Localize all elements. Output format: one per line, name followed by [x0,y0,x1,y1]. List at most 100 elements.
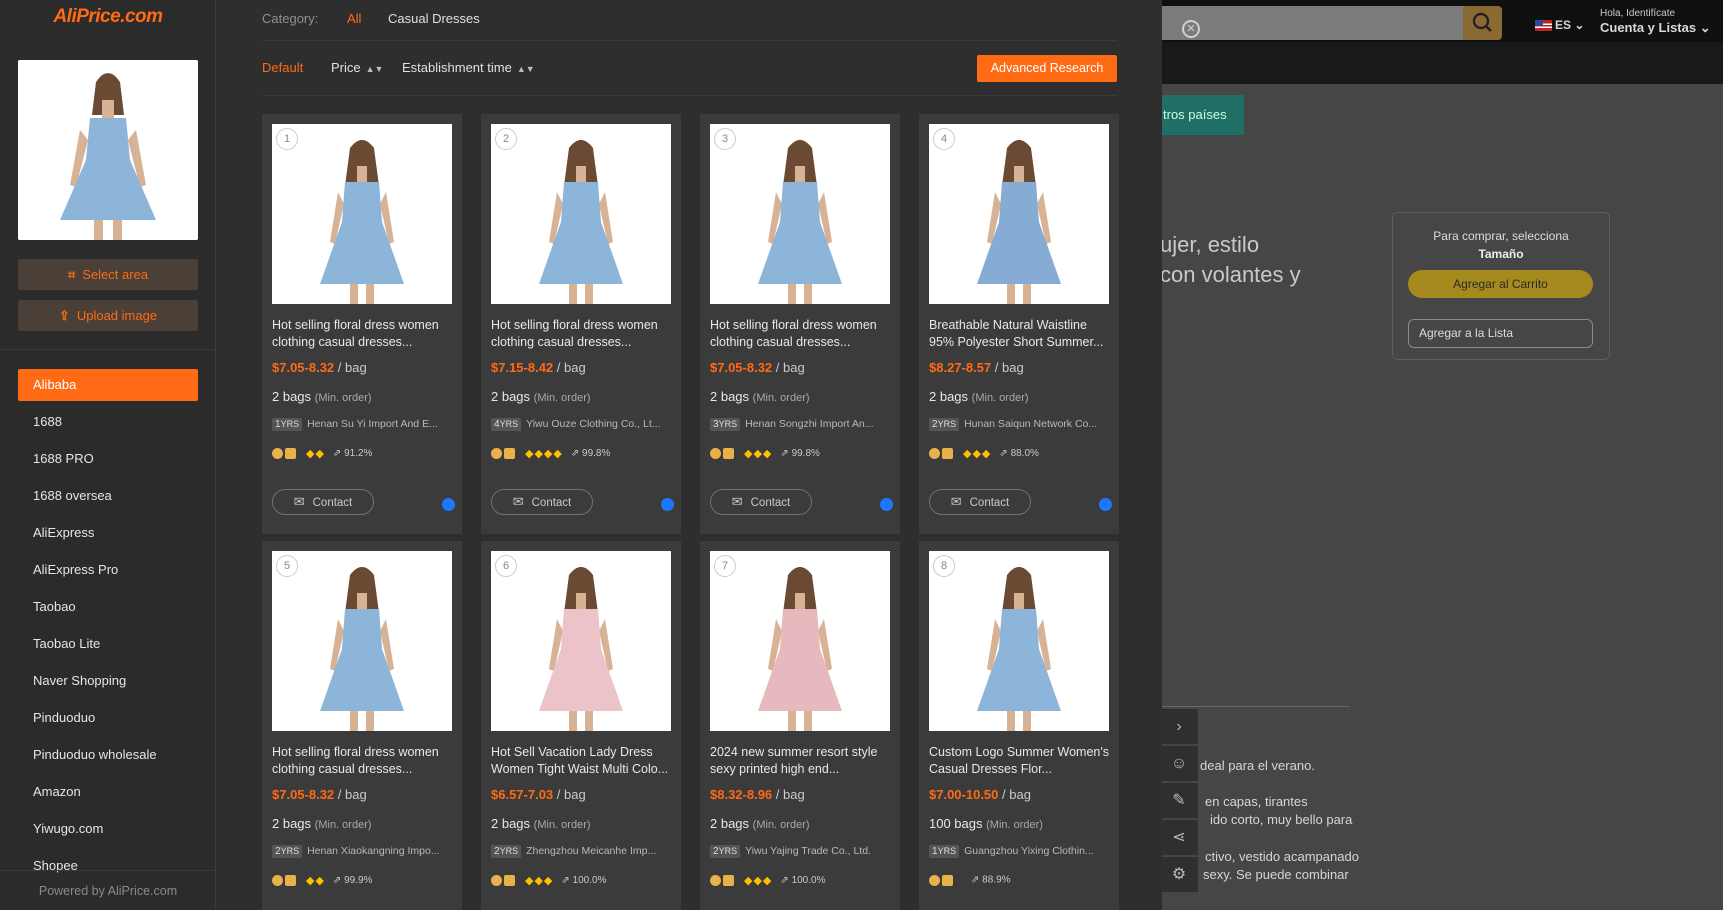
platform-item[interactable]: AliExpress [18,517,198,549]
product-title[interactable]: Hot Sell Vacation Lady Dress Women Tight… [491,744,673,778]
product-image[interactable]: 8 [929,551,1109,731]
supplier-name: Henan Su Yi Import And E... [307,418,438,430]
product-photo [491,124,671,304]
product-image[interactable]: 1 [272,124,452,304]
verified-icon [491,875,502,886]
chat-icon[interactable] [880,498,893,511]
platform-item[interactable]: Yiwugo.com [18,813,198,845]
product-title[interactable]: Hot selling floral dress women clothing … [272,317,454,351]
trade-assurance-icon [942,874,953,886]
product-title[interactable]: Hot selling floral dress women clothing … [710,317,892,351]
platform-item[interactable]: Alibaba [18,369,198,401]
add-to-list-button[interactable]: Agregar a la Lista [1408,319,1593,348]
product-image[interactable]: 2 [491,124,671,304]
contact-button[interactable]: ✉ Contact [491,489,593,515]
product-title[interactable]: 2024 new summer resort style sexy printe… [710,744,892,778]
divider [262,40,1117,41]
platform-item[interactable]: 1688 oversea [18,480,198,512]
supplier-badges: ◆◆ ⇗ 91.2% [272,447,372,460]
sort-establishment-label: Establishment time [402,60,512,75]
product-card[interactable]: 2 Hot selling floral dress women clothing… [481,114,681,534]
product-image[interactable]: 3 [710,124,890,304]
min-order-value: 2 bags [929,389,969,404]
supplier[interactable]: 3YRS Henan Songzhi Import An... [710,418,892,431]
price-unit: / bag [775,787,805,802]
product-image[interactable]: 7 [710,551,890,731]
supplier-badges: ◆◆ ⇗ 99.9% [272,874,372,887]
description-line: ido corto, muy bello para [1210,812,1353,827]
platform-item[interactable]: 1688 [18,406,198,438]
share-icon[interactable]: ⋖ [1160,820,1198,856]
product-card[interactable]: 5 Hot selling floral dress women clothing… [262,541,462,910]
category-all[interactable]: All [347,11,361,26]
chat-icon[interactable] [661,498,674,511]
platform-item[interactable]: Naver Shopping [18,665,198,697]
product-title[interactable]: Breathable Natural Waistline 95% Polyest… [929,317,1111,351]
supplier[interactable]: 2YRS Yiwu Yajing Trade Co., Ltd. [710,845,892,858]
price-value: $7.00-10.50 [929,787,999,802]
chat-icon[interactable]: ☺ [1160,746,1198,782]
supplier[interactable]: 2YRS Henan Xiaokangning Impo... [272,845,454,858]
edit-icon[interactable]: ✎ [1160,783,1198,819]
contact-button[interactable]: ✉ Contact [929,489,1031,515]
contact-label: Contact [531,497,572,509]
supplier[interactable]: 4YRS Yiwu Ouze Clothing Co., Lt... [491,418,673,431]
language-selector[interactable]: ES ⌄ [1535,18,1584,32]
platform-item[interactable]: Taobao [18,591,198,623]
product-card[interactable]: 7 2024 new summer resort style sexy print… [700,541,900,910]
chat-icon[interactable] [442,498,455,511]
platform-item[interactable]: AliExpress Pro [18,554,198,586]
sort-establishment-time[interactable]: Establishment time ▲▼ [402,60,535,75]
select-area-label: Select area [82,267,149,282]
upload-image-label: Upload image [76,308,158,323]
product-card[interactable]: 4 Breathable Natural Waistline 95% Polyes… [919,114,1119,534]
supplier[interactable]: 2YRS Zhengzhou Meicanhe Imp... [491,845,673,858]
divider [1160,706,1350,707]
account-lists[interactable]: Cuenta y Listas ⌄ [1600,20,1711,36]
category-current[interactable]: Casual Dresses [388,11,480,26]
platform-item[interactable]: 1688 PRO [18,443,198,475]
rank-number: 1 [276,128,298,150]
other-countries-button[interactable]: tros países [1160,95,1244,135]
add-to-cart-button[interactable]: Agregar al Carrito [1408,270,1593,298]
years-badge: 2YRS [491,845,522,858]
years-label: YRS [718,419,738,429]
product-image[interactable]: 6 [491,551,671,731]
product-title[interactable]: Custom Logo Summer Women's Casual Dresse… [929,744,1111,778]
platform-item[interactable]: Amazon [18,776,198,808]
product-image[interactable]: 5 [272,551,452,731]
chat-icon[interactable] [1099,498,1112,511]
select-area-button[interactable]: ⌗ Select area [18,259,198,290]
sort-default[interactable]: Default [262,60,303,75]
price-value: $8.32-8.96 [710,787,773,802]
price-unit: / bag [556,787,586,802]
supplier[interactable]: 1YRS Guangzhou Yixing Clothin... [929,845,1111,858]
price-value: $6.57-7.03 [491,787,554,802]
amazon-search-button[interactable] [1463,6,1502,40]
contact-button[interactable]: ✉ Contact [710,489,812,515]
clear-search-icon[interactable]: ✕ [1182,20,1200,38]
product-photo [272,124,452,304]
advanced-research-button[interactable]: Advanced Research [977,55,1117,82]
supplier[interactable]: 1YRS Henan Su Yi Import And E... [272,418,454,431]
supplier[interactable]: 2YRS Hunan Saiqun Network Co... [929,418,1111,431]
aliprice-logo[interactable]: AliPrice.com [0,6,216,28]
product-card[interactable]: 6 Hot Sell Vacation Lady Dress Women Tigh… [481,541,681,910]
product-image[interactable]: 4 [929,124,1109,304]
platform-item[interactable]: Taobao Lite [18,628,198,660]
min-order-label: (Min. order) [533,819,591,831]
product-card[interactable]: 1 Hot selling floral dress women clothing… [262,114,462,534]
settings-icon[interactable]: ⚙ [1160,857,1198,893]
product-card[interactable]: 3 Hot selling floral dress women clothing… [700,114,900,534]
price-value: $7.05-8.32 [272,787,335,802]
sort-price[interactable]: Price ▲▼ [331,60,383,75]
upload-image-button[interactable]: ⇪ Upload image [18,300,198,331]
platform-item[interactable]: Pinduoduo wholesale [18,739,198,771]
diamond-rating-icon: ◆◆◆ [744,875,773,887]
product-card[interactable]: 8 Custom Logo Summer Women's Casual Dress… [919,541,1119,910]
product-title[interactable]: Hot selling floral dress women clothing … [491,317,673,351]
product-title[interactable]: Hot selling floral dress women clothing … [272,744,454,778]
expand-icon[interactable]: › [1160,709,1198,745]
platform-item[interactable]: Pinduoduo [18,702,198,734]
contact-button[interactable]: ✉ Contact [272,489,374,515]
